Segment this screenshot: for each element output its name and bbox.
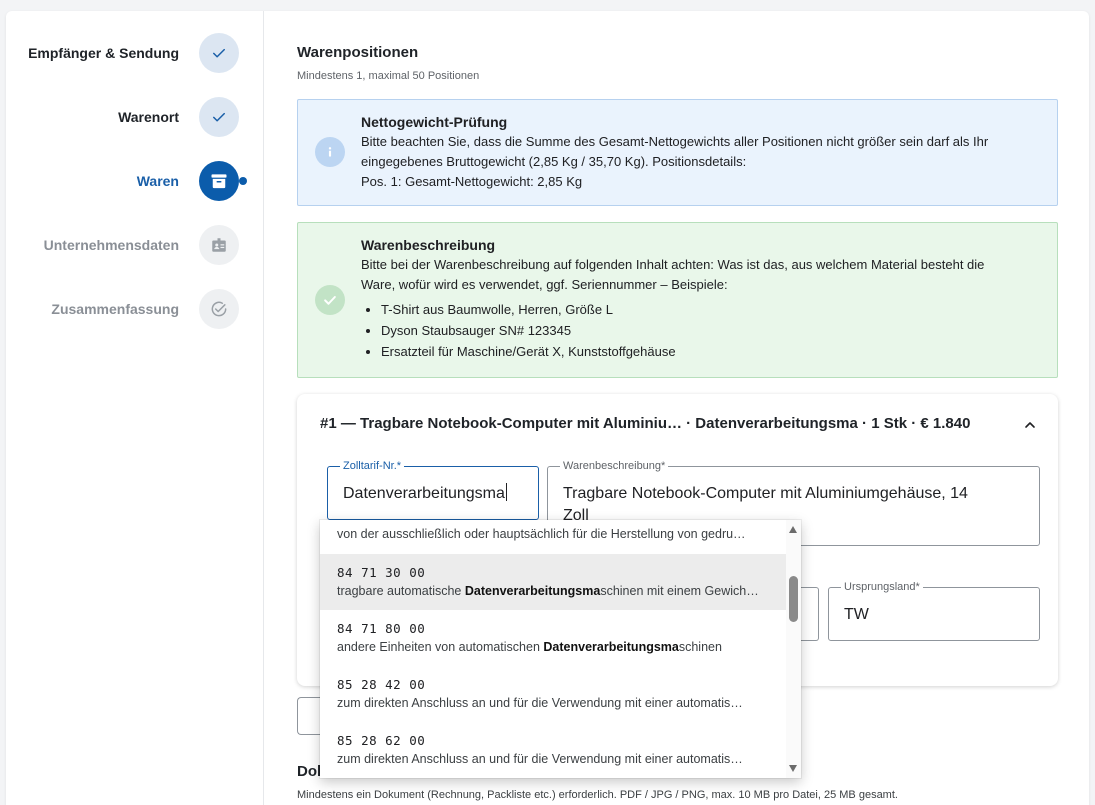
step-empfaenger-sendung[interactable]: Empfänger & Sendung [28,33,239,73]
step-waren[interactable]: Waren [136,161,247,201]
option-description: zum direkten Anschluss an und für die Ve… [337,752,743,766]
tariff-number-input[interactable]: Zolltarif-Nr.* Datenverarbeitungsma [327,459,539,520]
origin-country-input[interactable]: Ursprungsland* TW [828,580,1040,641]
archive-box-icon [199,161,239,201]
step-label: Waren [136,173,179,189]
success-alert: Warenbeschreibung Bitte bei der Warenbes… [297,222,1058,378]
alert-title: Warenbeschreibung [361,237,496,253]
alert-title: Nettogewicht-Prüfung [361,114,508,130]
dropdown-option[interactable]: 84 71 30 00 tragbare automatische Datenv… [320,554,786,610]
dropdown-option[interactable]: 85 28 42 00 zum direkten Anschluss an un… [320,666,786,722]
item-header[interactable]: #1 — Tragbare Notebook-Computer mit Alum… [320,415,970,432]
dropdown-item-partial[interactable]: von der ausschließlich oder hauptsächlic… [337,527,777,541]
dropdown-scrollbar[interactable] [786,520,801,778]
alert-text: Ware, wofür wird es verwendet, ggf. Seri… [361,277,728,292]
stepper-sidebar: Empfänger & Sendung Warenort Waren Unter… [6,11,264,805]
tariff-autocomplete-dropdown[interactable]: von der ausschließlich oder hauptsächlic… [320,520,801,778]
check-circle-icon [315,285,345,315]
active-step-dot [239,177,247,185]
step-label: Zusammenfassung [51,301,179,317]
section-subtitle: Mindestens 1, maximal 50 Positionen [297,70,480,82]
business-badge-icon [199,225,239,265]
chevron-up-icon[interactable] [1022,417,1038,438]
step-unternehmensdaten[interactable]: Unternehmensdaten [44,225,239,265]
step-label: Warenort [118,109,179,125]
field-label: Warenbeschreibung* [560,459,669,473]
option-description: tragbare automatische Datenverarbeitungs… [337,584,759,598]
alert-text: eingegebenes Bruttogewicht (2,85 Kg / 35… [361,154,747,169]
step-label: Unternehmensdaten [43,237,179,253]
field-value: Datenverarbeitungsma [343,483,507,502]
dropdown-option[interactable]: 84 71 80 00 andere Einheiten von automat… [320,610,786,666]
list-item: T-Shirt aus Baumwolle, Herren, Größe L [381,299,1035,320]
documents-subtitle: Mindestens ein Dokument (Rechnung, Packl… [297,789,898,801]
option-code: 85 28 62 00 [337,733,426,748]
field-label: Ursprungsland* [841,580,923,594]
section-title: Warenpositionen [297,44,419,61]
field-label: Zolltarif-Nr.* [340,459,405,473]
step-warenort[interactable]: Warenort [118,97,239,137]
check-icon [199,33,239,73]
step-zusammenfassung[interactable]: Zusammenfassung [51,289,239,329]
list-item: Dyson Staubsauger SN# 123345 [381,320,1035,341]
check-icon [199,97,239,137]
scroll-down-arrow-icon[interactable] [789,765,797,772]
alert-text: Pos. 1: Gesamt-Nettogewicht: 2,85 Kg [361,174,583,189]
list-item: Ersatzteil für Maschine/Gerät X, Kunstst… [381,341,1035,362]
option-code: 85 28 42 00 [337,677,426,692]
field-value: TW [844,606,869,623]
option-description: andere Einheiten von automatischen Daten… [337,640,722,654]
scrollbar-thumb[interactable] [789,576,798,622]
check-circle-icon [199,289,239,329]
info-alert: Nettogewicht-Prüfung Bitte beachten Sie,… [297,99,1058,206]
option-description: zum direkten Anschluss an und für die Ve… [337,696,743,710]
examples-list: T-Shirt aus Baumwolle, Herren, Größe L D… [361,299,1035,362]
option-code: 84 71 30 00 [337,565,426,580]
text-caret [505,483,507,501]
step-label: Empfänger & Sendung [28,45,179,61]
dropdown-list: von der ausschließlich oder hauptsächlic… [320,520,786,778]
alert-text: Bitte bei der Warenbeschreibung auf folg… [361,257,985,272]
info-icon [315,137,345,167]
alert-text: Bitte beachten Sie, dass die Summe des G… [361,134,989,149]
option-code: 84 71 80 00 [337,621,426,636]
scroll-up-arrow-icon[interactable] [789,526,797,533]
dropdown-option[interactable]: 85 28 62 00 zum direkten Anschluss an un… [320,722,786,778]
